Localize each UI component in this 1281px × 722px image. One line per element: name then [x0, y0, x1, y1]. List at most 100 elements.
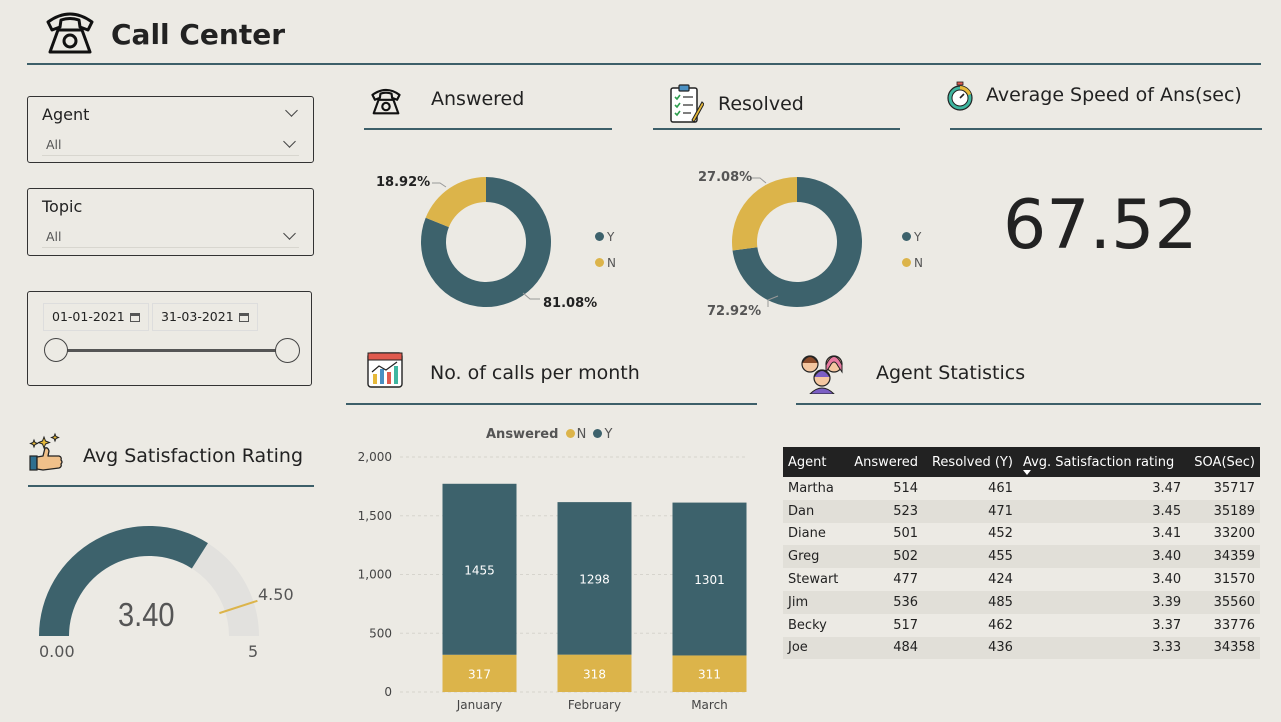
bar-data-label: 317 — [468, 667, 491, 681]
table-row: Jim 536 485 3.39 35560 — [783, 590, 1260, 614]
agent-slicer[interactable]: Agent All — [27, 96, 314, 163]
y-tick-label: 500 — [369, 626, 392, 640]
cell-answered: 484 — [846, 636, 924, 660]
satisfaction-title: Avg Satisfaction Rating — [83, 445, 304, 467]
legend-label: N — [576, 427, 587, 442]
table-row: Martha 514 461 3.47 35717 — [783, 477, 1260, 500]
answered-leader-lines — [432, 182, 540, 300]
cell-soa: 35189 — [1186, 499, 1260, 523]
legend-label: N — [914, 256, 923, 270]
cell-satisfaction: 3.40 — [1017, 545, 1187, 569]
resolved-title: Resolved — [718, 93, 804, 115]
stopwatch-icon — [944, 80, 976, 112]
agent-stats-title: Agent Statistics — [876, 362, 1026, 384]
agents-icon — [798, 350, 846, 395]
column-header-agent[interactable]: Agent — [783, 447, 846, 477]
cell-satisfaction: 3.39 — [1017, 590, 1187, 614]
phone-icon — [370, 86, 402, 116]
speed-title: Average Speed of Ans(sec) — [986, 84, 1242, 106]
calls-divider — [346, 403, 757, 405]
cell-answered: 514 — [893, 480, 919, 496]
table-row: Joe 484 436 3.33 34358 — [783, 636, 1260, 660]
table-row: Dan 523 471 3.45 35189 — [783, 499, 1260, 523]
cell-agent: Jim — [783, 590, 846, 614]
resolved-y-pct-label: 72.92% — [707, 304, 762, 319]
topic-dropdown[interactable]: All — [42, 227, 299, 248]
cell-soa: 33776 — [1213, 617, 1255, 633]
legend-title: Answered — [486, 427, 559, 442]
topic-slicer[interactable]: Topic All — [27, 188, 314, 256]
start-date-input[interactable]: 01-01-2021 — [43, 303, 149, 331]
y-tick-label: 2,000 — [358, 450, 392, 464]
agent-stats-table: Agent Answered Resolved (Y) Avg. Satisfa… — [783, 447, 1260, 660]
date-slider-end-handle[interactable] — [275, 338, 300, 363]
answered-title: Answered — [431, 88, 525, 110]
gauge-value-label: 3.40 — [118, 596, 175, 633]
answered-n-pct-label: 18.92% — [376, 175, 431, 190]
phone-icon — [44, 8, 96, 56]
table-header-row: Agent Answered Resolved (Y) Avg. Satisfa… — [783, 447, 1260, 477]
cell-answered: 536 — [846, 590, 924, 614]
column-header-satisfaction[interactable]: Avg. Satisfaction rating — [1017, 447, 1187, 477]
legend-label: Y — [604, 427, 613, 442]
agent-dropdown[interactable]: All — [42, 135, 299, 156]
cell-agent: Joe — [783, 636, 846, 660]
resolved-divider — [653, 128, 900, 130]
speed-value: 67.52 — [1003, 186, 1198, 265]
column-header-label: Avg. Satisfaction rating — [1022, 454, 1175, 470]
x-tick-label: March — [691, 698, 728, 712]
calendar-icon — [238, 313, 249, 322]
calls-bar-chart: 0 500 1,000 1,500 2,000 317 1455 January 318 1298… — [358, 450, 747, 712]
column-header-resolved[interactable]: Resolved (Y) — [923, 447, 1018, 477]
cell-answered: 501 — [893, 526, 919, 542]
cell-satisfaction: 3.33 — [1017, 636, 1187, 660]
legend-label: N — [607, 256, 616, 270]
x-tick-label: January — [456, 698, 503, 712]
column-header-soa[interactable]: SOA(Sec) — [1186, 447, 1260, 477]
calls-title: No. of calls per month — [430, 362, 640, 384]
cell-answered: 517 — [893, 617, 919, 633]
cell-agent: Greg — [783, 545, 846, 569]
cell-agent: Dan — [783, 499, 846, 523]
cell-resolved: 424 — [988, 572, 1013, 588]
date-slider-track[interactable] — [56, 349, 288, 352]
chevron-down-icon[interactable] — [285, 104, 298, 117]
end-date-value: 31-03-2021 — [161, 309, 234, 324]
cell-soa: 33200 — [1213, 526, 1255, 542]
speed-divider — [950, 128, 1262, 130]
cell-resolved: 455 — [923, 545, 1018, 569]
date-slider-start-handle[interactable] — [44, 338, 68, 362]
resolved-n-pct-label: 27.08% — [698, 170, 753, 185]
legend-item-y: Y — [902, 224, 923, 250]
topic-slicer-label: Topic — [42, 197, 83, 216]
cell-soa: 31570 — [1213, 572, 1255, 588]
gauge-max-label: 5 — [248, 642, 259, 661]
checklist-icon — [668, 84, 705, 124]
page-title: Call Center — [111, 18, 286, 51]
bar-data-label: 318 — [583, 667, 606, 681]
gauge-min-label: 0.00 — [39, 642, 75, 661]
column-header-answered[interactable]: Answered — [846, 447, 924, 477]
cell-soa: 35560 — [1186, 590, 1260, 614]
table-row: Becky 517 462 3.37 33776 — [783, 614, 1260, 637]
answered-legend: Y N — [595, 224, 616, 276]
cell-resolved: 485 — [923, 590, 1018, 614]
legend-item-y: Y — [590, 427, 612, 442]
cell-satisfaction: 3.40 — [1152, 572, 1182, 588]
answered-divider — [364, 128, 612, 130]
cell-resolved: 452 — [988, 526, 1013, 542]
sort-descending-icon[interactable] — [1022, 470, 1031, 475]
legend-item-n: N — [563, 427, 587, 442]
table-row: Stewart 477 424 3.40 31570 — [783, 568, 1260, 591]
cell-answered: 502 — [846, 545, 924, 569]
cell-satisfaction: 3.41 — [1152, 526, 1182, 542]
bar-data-label: 311 — [698, 668, 721, 682]
cell-resolved: 436 — [923, 636, 1018, 660]
end-date-input[interactable]: 31-03-2021 — [152, 303, 258, 331]
cell-agent: Diane — [788, 526, 826, 542]
bar-data-label: 1455 — [464, 563, 495, 577]
table-row: Diane 501 452 3.41 33200 — [783, 523, 1260, 546]
cell-satisfaction: 3.47 — [1152, 480, 1182, 496]
cell-soa: 35717 — [1213, 480, 1255, 496]
calls-legend: Answered N Y — [486, 427, 612, 442]
